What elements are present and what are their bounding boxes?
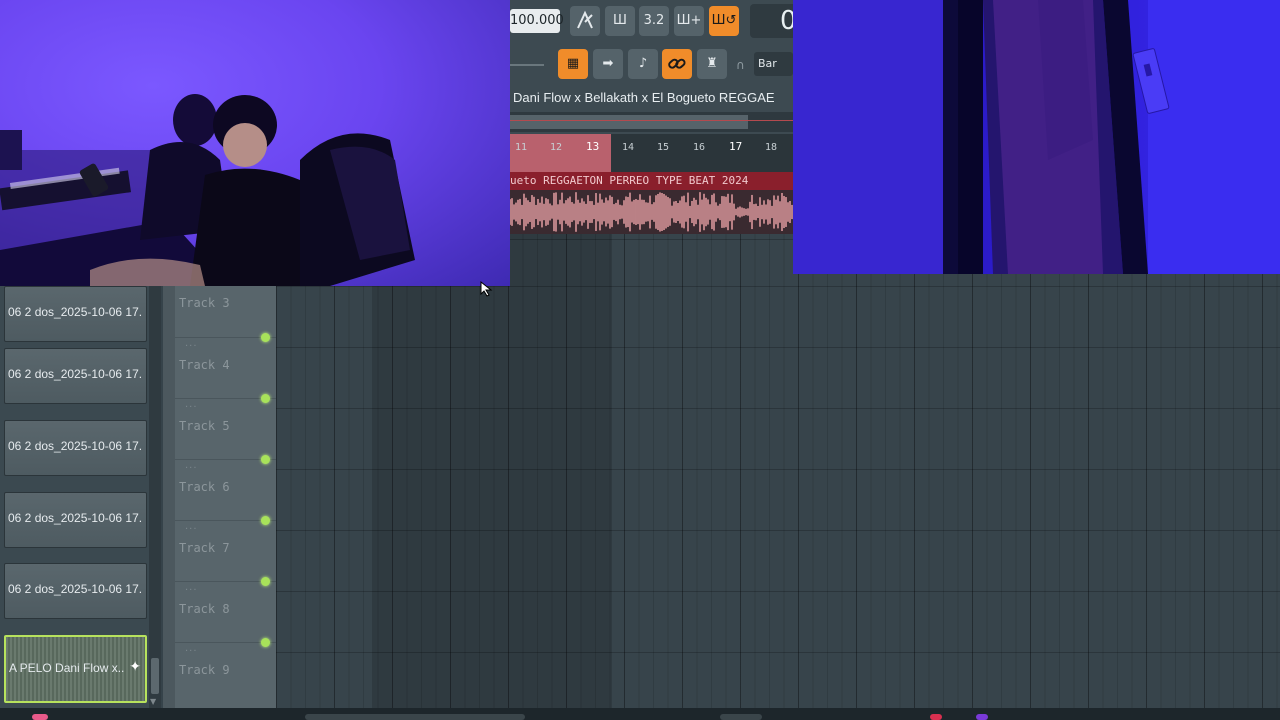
track-grip-dots: ... (185, 521, 198, 532)
playlist-grid[interactable] (276, 234, 1280, 708)
wait-for-input-icon[interactable]: Ш (605, 6, 635, 36)
clip-item[interactable]: 06 2 dos_2025-10-06 17.. (4, 286, 147, 342)
track-name: Track 8 (179, 602, 230, 616)
magnet-icon: ∩ (736, 58, 745, 72)
status-indicator (305, 714, 525, 720)
playlist-overview[interactable] (510, 112, 793, 132)
track-header-8[interactable]: ... Track 8 (175, 582, 276, 647)
scroll-down-icon[interactable]: ▼ (150, 697, 156, 706)
track-name: Track 7 (179, 541, 230, 555)
bar-number: 17 (729, 140, 743, 153)
clip-item[interactable]: 06 2 dos_2025-10-06 17.. (4, 348, 147, 404)
time-display: 0 (750, 4, 793, 38)
track-name: Track 6 (179, 480, 230, 494)
clip-label: 06 2 dos_2025-10-06 17.. (8, 439, 143, 453)
clip-item[interactable]: 06 2 dos_2025-10-06 17.. (4, 420, 147, 476)
clip-label: A PELO Dani Flow x.. (9, 661, 125, 675)
webcam-left (0, 0, 510, 286)
bar-number: 14 (622, 142, 635, 153)
snap-select[interactable]: Bar (754, 52, 793, 76)
track-header-3[interactable]: Track 3 (175, 277, 276, 342)
track-name: Track 9 (179, 663, 230, 677)
track-name: Track 3 (179, 296, 230, 310)
loop-record-icon[interactable]: Ш↺ (709, 6, 739, 36)
audio-clip[interactable]: ueto REGGAETON PERREO TYPE BEAT 2024 (510, 172, 793, 234)
track-grip-dots: ... (185, 338, 198, 349)
browser-scrollbar[interactable]: ▼ (149, 286, 161, 708)
audio-clip-title: ueto REGGAETON PERREO TYPE BEAT 2024 (510, 172, 793, 190)
track-headers: Track 3 ... Track 4 ... Track 5 ... Trac… (163, 286, 276, 708)
track-header-grip[interactable] (163, 286, 175, 708)
stamp-icon[interactable]: ♜ (697, 49, 727, 79)
status-indicator (930, 714, 942, 720)
track-grip-dots: ... (185, 399, 198, 410)
status-indicator (32, 714, 48, 720)
link-icon[interactable] (662, 49, 692, 79)
clip-label: 06 2 dos_2025-10-06 17.. (8, 582, 143, 596)
playlist-title: Dani Flow x Bellakath x El Bogueto REGGA… (513, 90, 775, 105)
step-edit-icon[interactable]: Ш+ (674, 6, 704, 36)
clip-label: 06 2 dos_2025-10-06 17.. (8, 367, 143, 381)
track-name: Track 5 (179, 419, 230, 433)
webcam-right (793, 0, 1280, 274)
track-header-4[interactable]: ... Track 4 (175, 338, 276, 403)
clip-browser: 06 2 dos_2025-10-06 17.. 06 2 dos_2025-1… (0, 286, 150, 708)
audio-waveform (510, 190, 793, 234)
track-header-5[interactable]: ... Track 5 (175, 399, 276, 464)
playlist-icon[interactable]: ▦ (558, 49, 588, 79)
bar-number-current: 13 (586, 140, 600, 153)
status-indicator (720, 714, 762, 720)
clip-label: 06 2 dos_2025-10-06 17.. (8, 305, 143, 319)
bar-number: 12 (550, 142, 563, 153)
track-grip-dots: ... (185, 460, 198, 471)
bar-number: 15 (657, 142, 670, 153)
track-grip-dots: ... (185, 582, 198, 593)
tempo-display[interactable]: 100.000 (510, 9, 564, 33)
clip-item[interactable]: 06 2 dos_2025-10-06 17.. (4, 563, 147, 619)
scrollbar-thumb[interactable] (151, 658, 159, 694)
bar-number: 16 (693, 142, 706, 153)
track-grip-dots: ... (185, 643, 198, 654)
overview-thumb[interactable] (510, 115, 748, 129)
track-header-9[interactable]: ... Track 9 (175, 643, 276, 704)
track-header-7[interactable]: ... Track 7 (175, 521, 276, 586)
fl-toolbar-panel: 100.000 Ш 3.2 Ш+ Ш↺ 0 ▦ ➡ ♪ ♜ ∩ Bar Dani… (510, 0, 793, 234)
mouse-cursor-icon (480, 280, 493, 297)
clip-item-selected[interactable]: A PELO Dani Flow x.. ✦ (4, 635, 147, 703)
bar-number: 11 (515, 142, 528, 153)
metronome-icon[interactable] (570, 6, 600, 36)
time-ruler[interactable]: 11 12 13 14 15 16 17 18 (510, 134, 793, 172)
clip-label: 06 2 dos_2025-10-06 17.. (8, 511, 143, 525)
brush-icon[interactable]: ♪ (628, 49, 658, 79)
overview-playhead (510, 120, 793, 121)
waveform-icon: ✦ (129, 659, 141, 675)
countdown-icon[interactable]: 3.2 (639, 6, 669, 36)
track-name: Track 4 (179, 358, 230, 372)
bar-number: 18 (765, 142, 778, 153)
track-header-6[interactable]: ... Track 6 (175, 460, 276, 525)
toolbar-separator (510, 64, 544, 66)
status-indicator (976, 714, 988, 720)
bottom-strip (0, 708, 1280, 720)
loop-region-shade (372, 234, 612, 708)
arrow-icon[interactable]: ➡ (593, 49, 623, 79)
clip-item[interactable]: 06 2 dos_2025-10-06 17.. (4, 492, 147, 548)
